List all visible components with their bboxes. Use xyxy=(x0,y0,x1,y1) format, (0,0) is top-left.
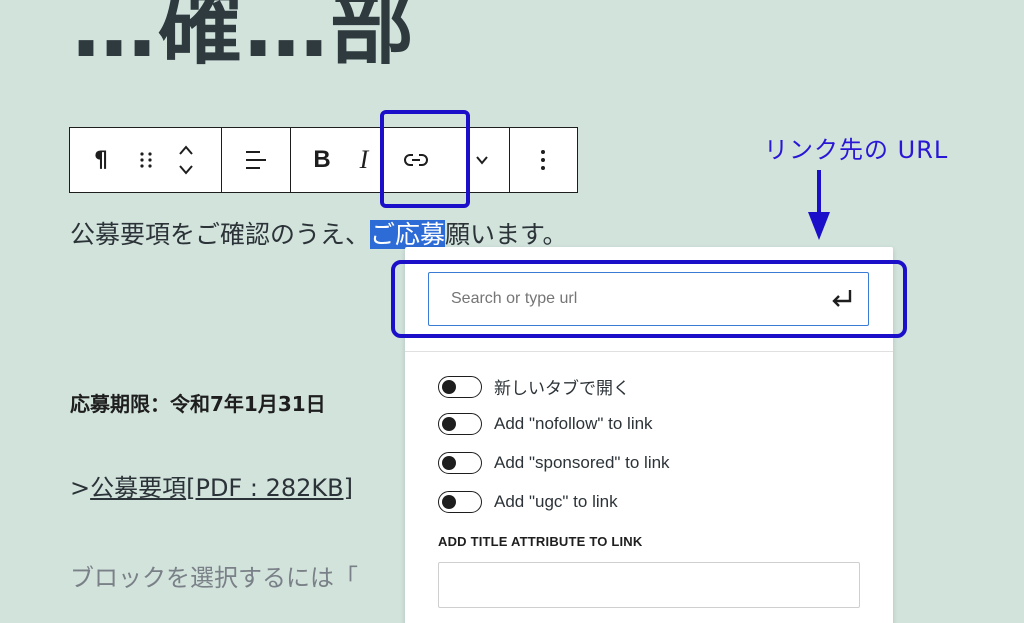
toggle-switch[interactable] xyxy=(438,491,482,513)
toggle-switch[interactable] xyxy=(438,413,482,435)
popover-divider xyxy=(405,351,893,352)
pdf-link-text: 公募要項 xyxy=(90,474,187,502)
toggle-nofollow[interactable]: Add "nofollow" to link xyxy=(438,413,653,435)
italic-button[interactable]: I xyxy=(353,128,375,192)
paragraph-icon[interactable]: ¶ xyxy=(70,128,132,192)
link-button-highlight xyxy=(380,110,470,208)
paragraph-block[interactable]: 公募要項をご確認のうえ、ご応募願います。 xyxy=(70,215,568,251)
paragraph-text-before: 公募要項をご確認のうえ、 xyxy=(70,220,371,249)
toggle-ugc[interactable]: Add "ugc" to link xyxy=(438,491,618,513)
block-placeholder[interactable]: ブロックを選択するには「 xyxy=(70,558,358,593)
toggle-switch[interactable] xyxy=(438,452,482,474)
options-group xyxy=(510,128,576,192)
selected-text: ご応募 xyxy=(370,220,446,249)
toggle-new-tab[interactable]: 新しいタブで開く xyxy=(438,374,630,399)
toggle-label: 新しいタブで開く xyxy=(494,379,630,398)
annotation-label: リンク先の URL xyxy=(764,136,949,164)
bold-button[interactable]: B xyxy=(291,128,353,192)
move-up-down-icon[interactable] xyxy=(160,128,212,192)
drag-handle-icon[interactable] xyxy=(132,128,160,192)
toggle-label: Add "ugc" to link xyxy=(494,492,618,511)
align-group xyxy=(222,128,291,192)
paragraph-text-after: 願います。 xyxy=(445,220,568,249)
block-type-group: ¶ xyxy=(70,128,222,192)
pdf-link-suffix: [PDF : 282KB] xyxy=(186,474,353,502)
pdf-link[interactable]: 公募要項[PDF : 282KB] xyxy=(90,474,353,502)
block-toolbar: ¶ B I xyxy=(69,127,578,193)
url-field-highlight xyxy=(391,260,907,338)
deadline-text: 応募期限：令和7年1月31日 xyxy=(70,392,326,416)
title-attribute-label: ADD TITLE ATTRIBUTE TO LINK xyxy=(438,534,643,549)
pdf-link-line: >公募要項[PDF : 282KB] xyxy=(70,468,353,503)
toggle-switch[interactable] xyxy=(438,375,482,398)
title-attribute-input[interactable] xyxy=(438,562,860,608)
align-icon[interactable] xyxy=(244,128,268,192)
pdf-prefix: > xyxy=(70,474,91,502)
page-heading: …確…部 xyxy=(72,0,417,76)
toggle-label: Add "sponsored" to link xyxy=(494,453,670,472)
options-icon[interactable] xyxy=(540,128,546,192)
toggle-label: Add "nofollow" to link xyxy=(494,414,653,433)
toggle-sponsored[interactable]: Add "sponsored" to link xyxy=(438,452,670,474)
annotation-arrow-icon xyxy=(808,170,830,240)
